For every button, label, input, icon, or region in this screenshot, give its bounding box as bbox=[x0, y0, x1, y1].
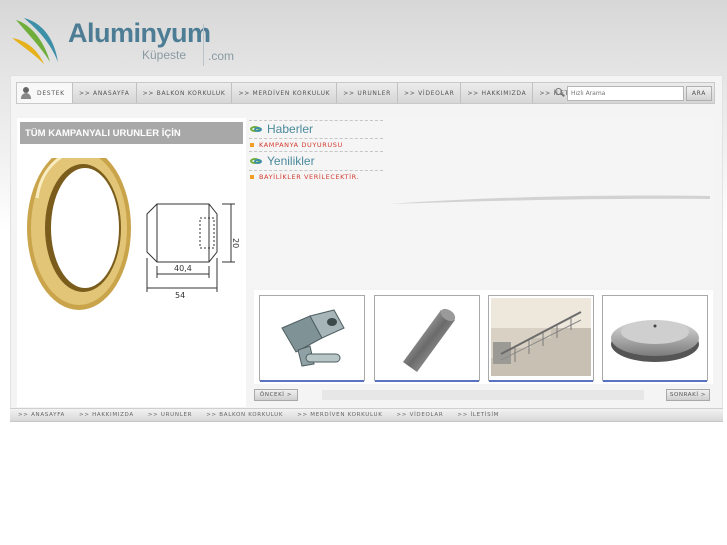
nav-urunler[interactable]: >> URUNLER bbox=[337, 83, 399, 103]
thumb-underline bbox=[489, 380, 593, 382]
logo-divider bbox=[203, 24, 204, 66]
product-drawing-image[interactable]: 20 40,4 54 bbox=[17, 158, 246, 358]
nav-balkon-korkuluk[interactable]: >> BALKON KORKULUK bbox=[137, 83, 233, 103]
prev-button[interactable]: ÖNCEKİ > bbox=[254, 389, 298, 401]
user-icon bbox=[21, 87, 33, 99]
carousel-pager: ÖNCEKİ > SONRAKİ > bbox=[254, 389, 713, 401]
brand-subtitle: Küpeste bbox=[142, 48, 187, 62]
yenilikler-item-label: BAYİLİKLER VERİLECEKTİR. bbox=[259, 173, 360, 181]
search-icon bbox=[555, 88, 565, 98]
haberler-header[interactable]: Haberler bbox=[250, 121, 313, 137]
bullet bbox=[250, 175, 254, 179]
nav-merdiven-korkuluk[interactable]: >> MERDİVEN KORKULUK bbox=[232, 83, 338, 103]
footer-balkon-korkuluk[interactable]: >> BALKON KORKULUK bbox=[206, 412, 283, 418]
divider-line bbox=[249, 170, 383, 171]
nav-destek[interactable]: DESTEK bbox=[17, 83, 73, 103]
top-navbar: DESTEK >> ANASAYFA >> BALKON KORKULUK >>… bbox=[16, 82, 715, 104]
nav-videolar[interactable]: >> VİDEOLAR bbox=[398, 83, 462, 103]
decorative-swoosh bbox=[390, 195, 710, 204]
search-button[interactable]: ARA bbox=[686, 86, 712, 101]
footer-merdiven-korkuluk[interactable]: >> MERDİVEN KORKULUK bbox=[297, 412, 382, 418]
footer-hakkimizda[interactable]: >> HAKKIMIZDA bbox=[79, 412, 134, 418]
yenilikler-logo-icon bbox=[250, 156, 264, 166]
haberler-item-label: KAMPANYA DUYURUSU bbox=[259, 141, 343, 149]
product-thumb-4[interactable] bbox=[602, 295, 708, 382]
nav-anasayfa[interactable]: >> ANASAYFA bbox=[73, 83, 137, 103]
yenilikler-news-item[interactable]: BAYİLİKLER VERİLECEKTİR. bbox=[250, 173, 359, 181]
nav-hakkimizda[interactable]: >> HAKKIMIZDA bbox=[461, 83, 534, 103]
haberler-title: Haberler bbox=[267, 122, 314, 136]
product-thumb-1[interactable] bbox=[259, 295, 365, 382]
brand-domain: .com bbox=[208, 49, 235, 63]
yenilikler-header[interactable]: Yenilikler bbox=[250, 153, 315, 169]
haberler-logo-icon bbox=[250, 124, 264, 134]
footer-urunler[interactable]: >> URUNLER bbox=[148, 412, 192, 418]
product-carousel bbox=[254, 290, 713, 384]
staircase-image bbox=[491, 298, 591, 376]
drawing-bottom-width-label: 54 bbox=[175, 291, 185, 300]
divider-line bbox=[249, 138, 383, 139]
bracket-image bbox=[262, 298, 362, 376]
tube-image bbox=[377, 298, 477, 376]
bullet bbox=[250, 143, 254, 147]
drawing-top-width-label: 40,4 bbox=[174, 264, 192, 273]
thumb-underline bbox=[375, 380, 479, 382]
site-logo[interactable]: Aluminyum Küpeste .com bbox=[10, 16, 250, 68]
brand-title: Aluminyum bbox=[68, 18, 211, 48]
divider-line bbox=[249, 151, 383, 152]
footer-videolar[interactable]: >> VİDEOLAR bbox=[397, 412, 444, 418]
thumb-underline bbox=[603, 380, 707, 382]
carousel-track bbox=[322, 390, 644, 400]
product-thumb-3[interactable] bbox=[488, 295, 594, 382]
next-button[interactable]: SONRAKİ > bbox=[666, 389, 710, 401]
campaign-panel: TÜM KAMPANYALI URUNLER İÇİN 20 40,4 54 bbox=[17, 118, 246, 407]
footer-nav: >> ANASAYFA >> HAKKIMIZDA >> URUNLER >> … bbox=[10, 408, 723, 422]
yenilikler-title: Yenilikler bbox=[267, 154, 315, 168]
haberler-news-item[interactable]: KAMPANYA DUYURUSU bbox=[250, 141, 343, 149]
thumb-underline bbox=[260, 380, 364, 382]
footer-anasayfa[interactable]: >> ANASAYFA bbox=[18, 412, 65, 418]
drawing-height-label: 20 bbox=[231, 238, 240, 248]
brand-leaf-icon bbox=[12, 18, 58, 64]
base-plate-image bbox=[605, 298, 705, 376]
campaign-header[interactable]: TÜM KAMPANYALI URUNLER İÇİN bbox=[20, 122, 243, 144]
search-input[interactable] bbox=[567, 86, 684, 101]
footer-iletisim[interactable]: >> İLETİSİM bbox=[457, 412, 499, 418]
product-thumb-2[interactable] bbox=[374, 295, 480, 382]
nav-destek-label: DESTEK bbox=[37, 89, 65, 97]
